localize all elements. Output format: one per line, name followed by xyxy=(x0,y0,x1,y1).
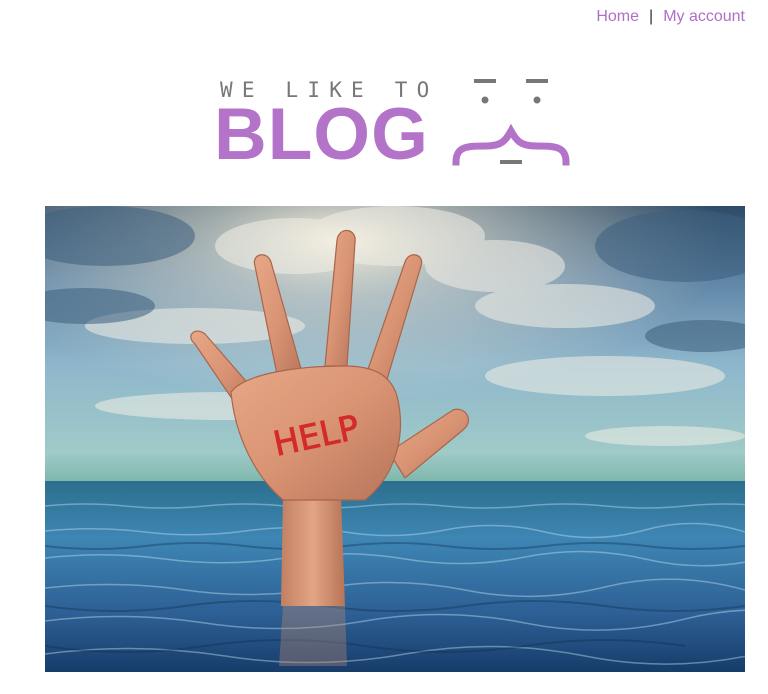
emoticon-face-icon xyxy=(452,79,570,166)
help-hand-illustration: HELP xyxy=(45,206,745,672)
site-logo[interactable]: WE LIKE TO BLOG xyxy=(214,74,574,175)
hero-image: HELP xyxy=(45,206,745,672)
logo-wordmark: BLOG xyxy=(214,94,429,175)
my-account-link[interactable]: My account xyxy=(663,8,745,25)
home-link[interactable]: Home xyxy=(596,8,639,25)
top-navigation: Home | My account xyxy=(596,7,745,27)
nav-separator: | xyxy=(649,8,654,25)
